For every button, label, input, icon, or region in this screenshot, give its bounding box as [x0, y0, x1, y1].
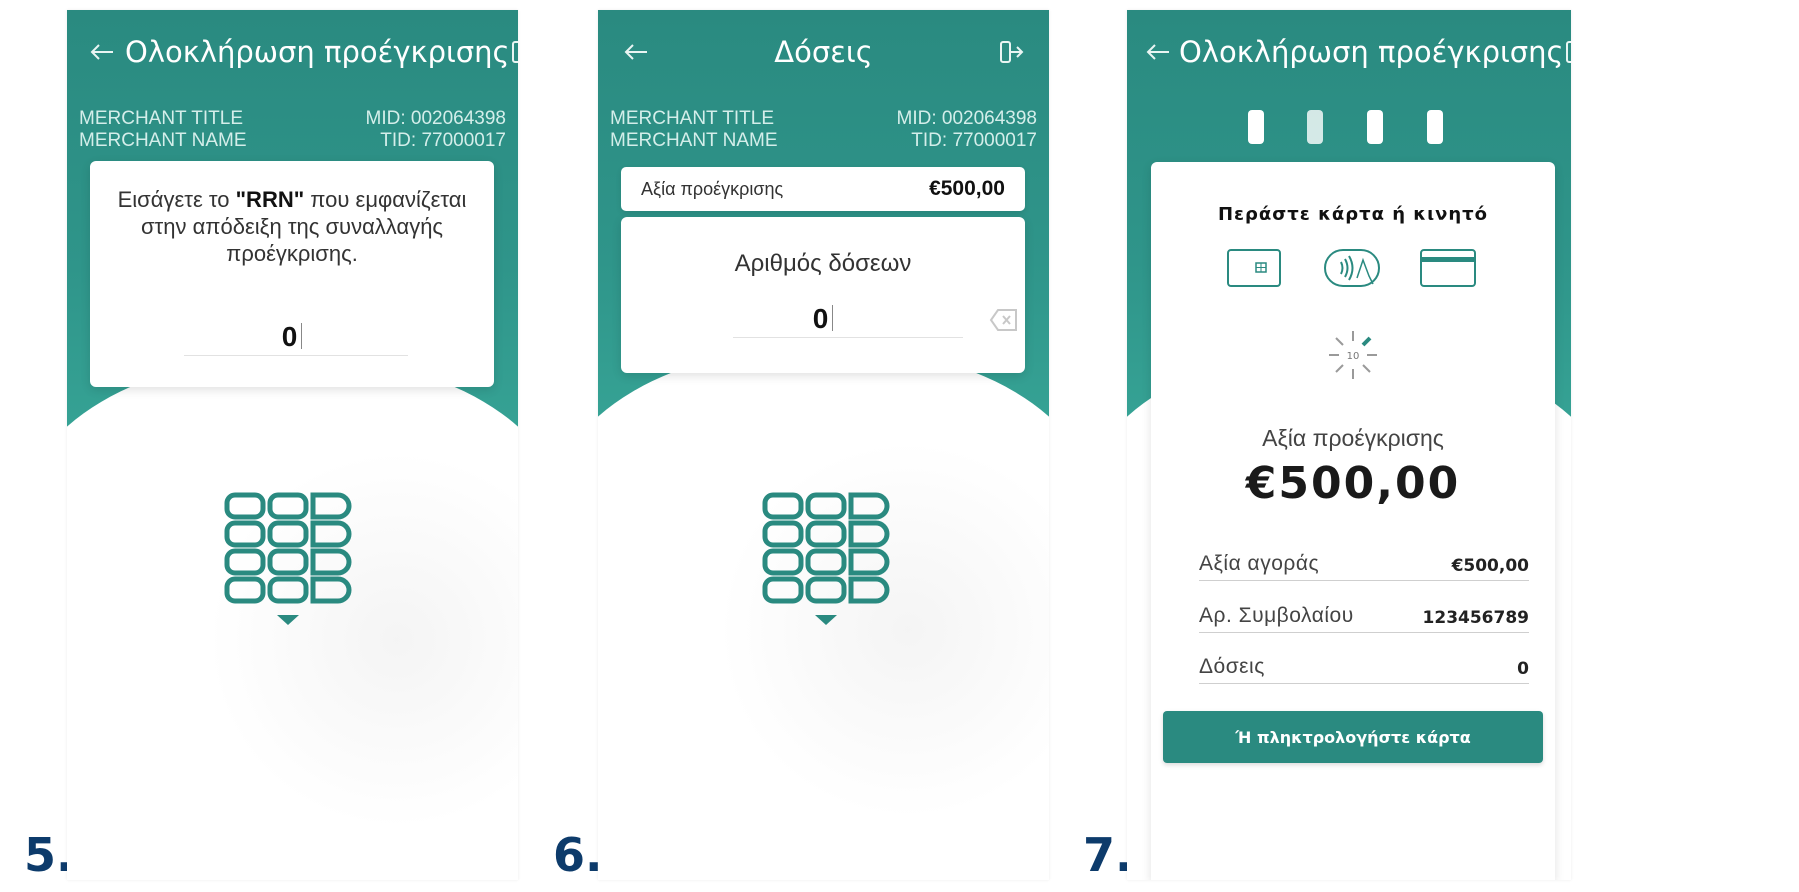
- rrn-entry-card: Εισάγετε το "RRN" που εμφανίζεται στην α…: [90, 161, 494, 387]
- step-number-7: 7.: [1083, 828, 1133, 882]
- terminal-tid: TID: 77000017: [380, 130, 506, 151]
- screen-6: Δόσεις MERCHANT TITLE MERCHANT NAME MID:…: [598, 10, 1049, 880]
- installments-row: Δόσεις 0: [1199, 655, 1529, 684]
- top-bar: Ολοκλήρωση προέγκρισης: [67, 10, 518, 106]
- top-bar: Δόσεις: [598, 10, 1049, 106]
- detail-value: €500,00: [1451, 556, 1529, 576]
- merchant-title: MERCHANT TITLE: [610, 108, 774, 129]
- page-title: Δόσεις: [774, 35, 873, 69]
- detail-label: Δόσεις: [1199, 655, 1265, 678]
- back-arrow-icon[interactable]: [1145, 36, 1171, 68]
- installments-prompt: Αριθμός δόσεων: [734, 250, 912, 277]
- installments-input[interactable]: 0: [621, 303, 1025, 335]
- countdown-spinner-icon: 10: [1329, 331, 1377, 379]
- progress-indicator: [1248, 110, 1443, 144]
- detail-label: Αξία αγοράς: [1199, 552, 1320, 575]
- merchant-name: MERCHANT NAME: [79, 130, 247, 151]
- page-title: Ολοκλήρωση προέγκρισης: [125, 35, 510, 69]
- back-arrow-icon[interactable]: [89, 36, 115, 68]
- chip-card-icon: [1227, 249, 1281, 287]
- step-number-6: 6.: [553, 828, 603, 882]
- contactless-icon: [1324, 249, 1380, 287]
- rrn-instruction: Εισάγετε το "RRN" που εμφανίζεται στην α…: [117, 187, 467, 266]
- merchant-info: MERCHANT TITLE MERCHANT NAME MID: 002064…: [79, 108, 506, 152]
- merchant-title: MERCHANT TITLE: [79, 108, 243, 129]
- rrn-input[interactable]: 0: [90, 321, 494, 353]
- screen-5: Ολοκλήρωση προέγκρισης MERCHANT TITLE ME…: [67, 10, 518, 880]
- contract-number-row: Αρ. Συμβολαίου 123456789: [1199, 604, 1529, 633]
- exit-icon[interactable]: [995, 36, 1027, 68]
- preauth-amount-value: €500,00: [929, 177, 1005, 200]
- exit-icon[interactable]: [510, 36, 518, 68]
- manual-card-entry-button[interactable]: Ή πληκτρολογήστε κάρτα: [1163, 711, 1543, 763]
- payment-card: Περάστε κάρτα ή κινητό 10 Αξία προέγκρισ…: [1151, 162, 1555, 880]
- page-title: Ολοκλήρωση προέγκρισης: [1179, 35, 1564, 69]
- detail-value: 123456789: [1422, 608, 1529, 628]
- preauth-amount-label: Αξία προέγκρισης: [641, 178, 784, 199]
- merchant-info: MERCHANT TITLE MERCHANT NAME MID: 002064…: [610, 108, 1037, 152]
- merchant-name: MERCHANT NAME: [610, 130, 778, 151]
- preauth-amount-value: €500,00: [1245, 458, 1461, 509]
- magstripe-card-icon: [1420, 249, 1476, 287]
- detail-label: Αρ. Συμβολαίου: [1199, 604, 1354, 627]
- purchase-amount-row: Αξία αγοράς €500,00: [1199, 552, 1529, 581]
- tap-prompt: Περάστε κάρτα ή κινητό: [1217, 204, 1489, 225]
- top-bar: Ολοκλήρωση προέγκρισης: [1127, 10, 1571, 106]
- countdown-text: 10: [1347, 351, 1360, 362]
- keypad-icon[interactable]: [223, 491, 353, 631]
- terminal-tid: TID: 77000017: [911, 130, 1037, 151]
- detail-value: 0: [1517, 659, 1529, 679]
- preauth-amount-row: Αξία προέγκρισης €500,00: [621, 167, 1025, 211]
- backspace-icon[interactable]: [989, 307, 1019, 333]
- installments-entry-card: Αριθμός δόσεων 0: [621, 217, 1025, 373]
- merchant-mid: MID: 002064398: [896, 108, 1038, 129]
- keypad-icon[interactable]: [761, 491, 891, 631]
- merchant-mid: MID: 002064398: [365, 108, 507, 129]
- exit-icon[interactable]: [1564, 36, 1571, 68]
- preauth-amount-label: Αξία προέγκρισης: [1262, 425, 1444, 451]
- screen-7: Ολοκλήρωση προέγκρισης Περάστε κάρτα ή κ…: [1127, 10, 1571, 880]
- back-arrow-icon[interactable]: [620, 36, 652, 68]
